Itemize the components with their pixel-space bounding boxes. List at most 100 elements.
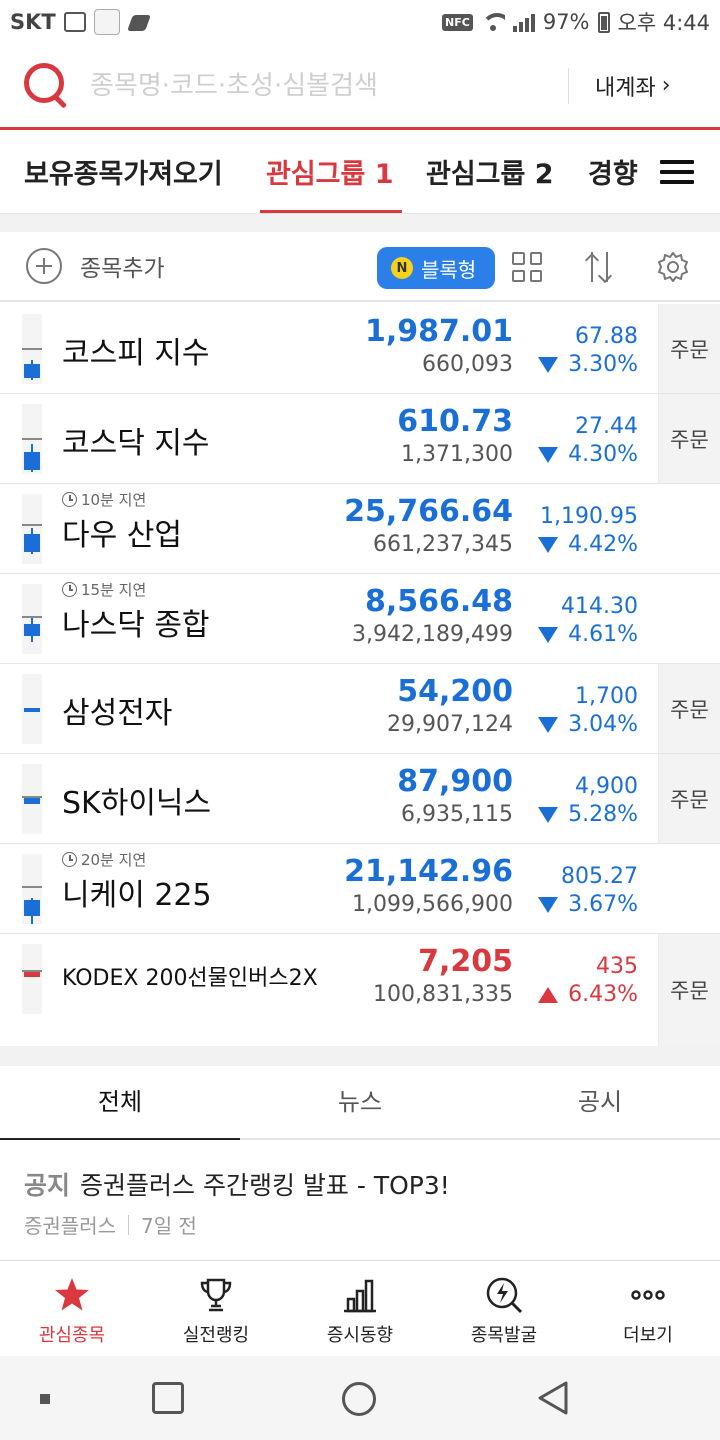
stock-row[interactable]: 20분 지연 니케이 225 21,142.96 1,099,566,900 8…: [0, 844, 720, 934]
gear-icon[interactable]: [656, 250, 690, 284]
stock-rate-value: 4.61%: [568, 622, 638, 647]
stock-change: 414.30: [561, 594, 638, 619]
grid-view-icon[interactable]: [512, 252, 542, 282]
tab-import-holdings[interactable]: 보유종목가져오기: [24, 130, 223, 213]
search-icon[interactable]: [24, 62, 70, 109]
order-button[interactable]: 주문: [658, 304, 720, 393]
stock-rate-value: 6.43%: [568, 982, 638, 1007]
my-account-link[interactable]: 내계좌 ›: [595, 70, 671, 102]
stock-price: 1,987.01: [364, 314, 513, 349]
stock-rate: 3.67%: [538, 892, 638, 917]
delay-notice: 10분 지연: [62, 489, 146, 510]
nav-label: 증시동향: [326, 1325, 394, 1346]
tab-watch-group-2[interactable]: 관심그룹 2: [426, 130, 554, 213]
notice-meta: 증권플러스 7일 전: [24, 1210, 197, 1239]
stock-price: 21,142.96: [344, 854, 513, 889]
delay-notice: 20분 지연: [62, 849, 146, 870]
stock-change: 435: [596, 954, 638, 979]
mini-candle-chart: [22, 674, 42, 744]
order-button[interactable]: 주문: [658, 394, 720, 483]
lightning-search-icon: [486, 1277, 523, 1314]
stock-volume: 3,942,189,499: [352, 622, 513, 647]
tab-disclosure[interactable]: 공시: [480, 1066, 720, 1138]
news-tabs: 전체 뉴스 공시: [0, 1066, 720, 1140]
stock-list: 코스피 지수 1,987.01 660,093 67.88 3.30% 주문 코…: [0, 304, 720, 1046]
trophy-icon: [200, 1278, 232, 1312]
hamburger-menu-icon[interactable]: [660, 160, 694, 184]
tab-news[interactable]: 뉴스: [240, 1066, 480, 1138]
stock-volume: 29,907,124: [387, 712, 513, 737]
order-button[interactable]: 주문: [658, 754, 720, 843]
meta-divider: [128, 1214, 129, 1235]
mini-candle-chart: [22, 494, 42, 564]
status-bar: SKT NFC 97% 오후 4:44: [0, 0, 720, 44]
stock-name: 니케이 225: [62, 878, 212, 913]
list-toolbar: 종목추가 N 블록형: [0, 232, 720, 302]
add-stock-button[interactable]: 종목추가: [26, 248, 165, 284]
stock-name: 삼성전자: [62, 696, 173, 731]
mini-candle-chart: [22, 314, 42, 384]
stock-volume: 6,935,115: [401, 802, 513, 827]
nfc-icon: NFC: [442, 13, 473, 31]
clock-icon: [62, 852, 77, 867]
block-view-button[interactable]: N 블록형: [377, 247, 495, 289]
down-triangle-icon: [538, 896, 559, 913]
home-circle-icon[interactable]: [342, 1382, 376, 1416]
overview-square-icon[interactable]: [152, 1382, 184, 1414]
stock-change: 4,900: [575, 774, 638, 799]
nav-discovery[interactable]: 종목발굴: [432, 1261, 576, 1356]
stock-name: 코스닥 지수: [62, 426, 210, 461]
stock-row[interactable]: 15분 지연 나스닥 종합 8,566.48 3,942,189,499 414…: [0, 574, 720, 664]
stock-row[interactable]: 10분 지연 다우 산업 25,766.64 661,237,345 1,190…: [0, 484, 720, 574]
stock-rate: 4.30%: [538, 442, 638, 467]
wifi-icon: [480, 13, 505, 31]
stock-name: 코스피 지수: [62, 336, 210, 371]
stock-volume: 1,099,566,900: [352, 892, 513, 917]
header-divider: [568, 67, 569, 104]
stock-row[interactable]: 삼성전자 54,200 29,907,124 1,700 3.04% 주문: [0, 664, 720, 754]
mini-candle-chart: [22, 404, 42, 474]
stock-row[interactable]: KODEX 200선물인버스2X 7,205 100,831,335 435 6…: [0, 934, 720, 1046]
order-button[interactable]: 주문: [658, 664, 720, 753]
stock-name: SK하이닉스: [62, 786, 212, 821]
tab-partial[interactable]: 경향: [588, 130, 642, 213]
nav-ranking[interactable]: 실전랭킹: [144, 1261, 288, 1356]
back-triangle-icon[interactable]: [536, 1380, 570, 1416]
nav-market-trend[interactable]: 증시동향: [288, 1261, 432, 1356]
nav-more[interactable]: 더보기: [576, 1261, 720, 1356]
clock-icon: [62, 492, 77, 507]
stock-rate: 3.30%: [538, 352, 638, 377]
system-nav-bar: [0, 1356, 720, 1440]
search-input[interactable]: [90, 70, 560, 101]
battery-icon: [597, 11, 610, 33]
tab-all[interactable]: 전체: [0, 1066, 240, 1140]
delay-label: 15분 지연: [81, 581, 147, 599]
sort-icon[interactable]: [584, 250, 616, 284]
notice-source: 증권플러스: [24, 1214, 116, 1238]
order-button[interactable]: 주문: [658, 934, 720, 1046]
stock-change: 1,190.95: [540, 504, 638, 529]
delay-notice: 15분 지연: [62, 579, 146, 600]
stock-volume: 661,237,345: [373, 532, 513, 557]
nav-watchlist[interactable]: 관심종목: [0, 1261, 144, 1356]
stock-row[interactable]: SK하이닉스 87,900 6,935,115 4,900 5.28% 주문: [0, 754, 720, 844]
stock-volume: 100,831,335: [373, 982, 513, 1007]
recent-dot-icon[interactable]: [40, 1394, 50, 1404]
stock-change: 1,700: [575, 684, 638, 709]
stock-rate-value: 5.28%: [568, 802, 638, 827]
stock-rate: 6.43%: [538, 982, 638, 1007]
stock-rate-value: 4.30%: [568, 442, 638, 467]
stock-change: 27.44: [575, 414, 638, 439]
delay-label: 10분 지연: [81, 491, 147, 509]
notice-item[interactable]: 공지 증권플러스 주간랭킹 발표 - TOP3!: [24, 1166, 450, 1202]
nav-label: 종목발굴: [470, 1325, 538, 1346]
stock-rate-value: 3.30%: [568, 352, 638, 377]
more-icon: [631, 1290, 665, 1300]
nav-label: 더보기: [623, 1325, 673, 1346]
stock-price: 610.73: [397, 404, 513, 439]
tab-watch-group-1[interactable]: 관심그룹 1: [260, 130, 402, 213]
mini-candle-chart: [22, 854, 42, 924]
notice-time: 7일 전: [141, 1214, 197, 1238]
stock-row[interactable]: 코스피 지수 1,987.01 660,093 67.88 3.30% 주문: [0, 304, 720, 394]
stock-row[interactable]: 코스닥 지수 610.73 1,371,300 27.44 4.30% 주문: [0, 394, 720, 484]
